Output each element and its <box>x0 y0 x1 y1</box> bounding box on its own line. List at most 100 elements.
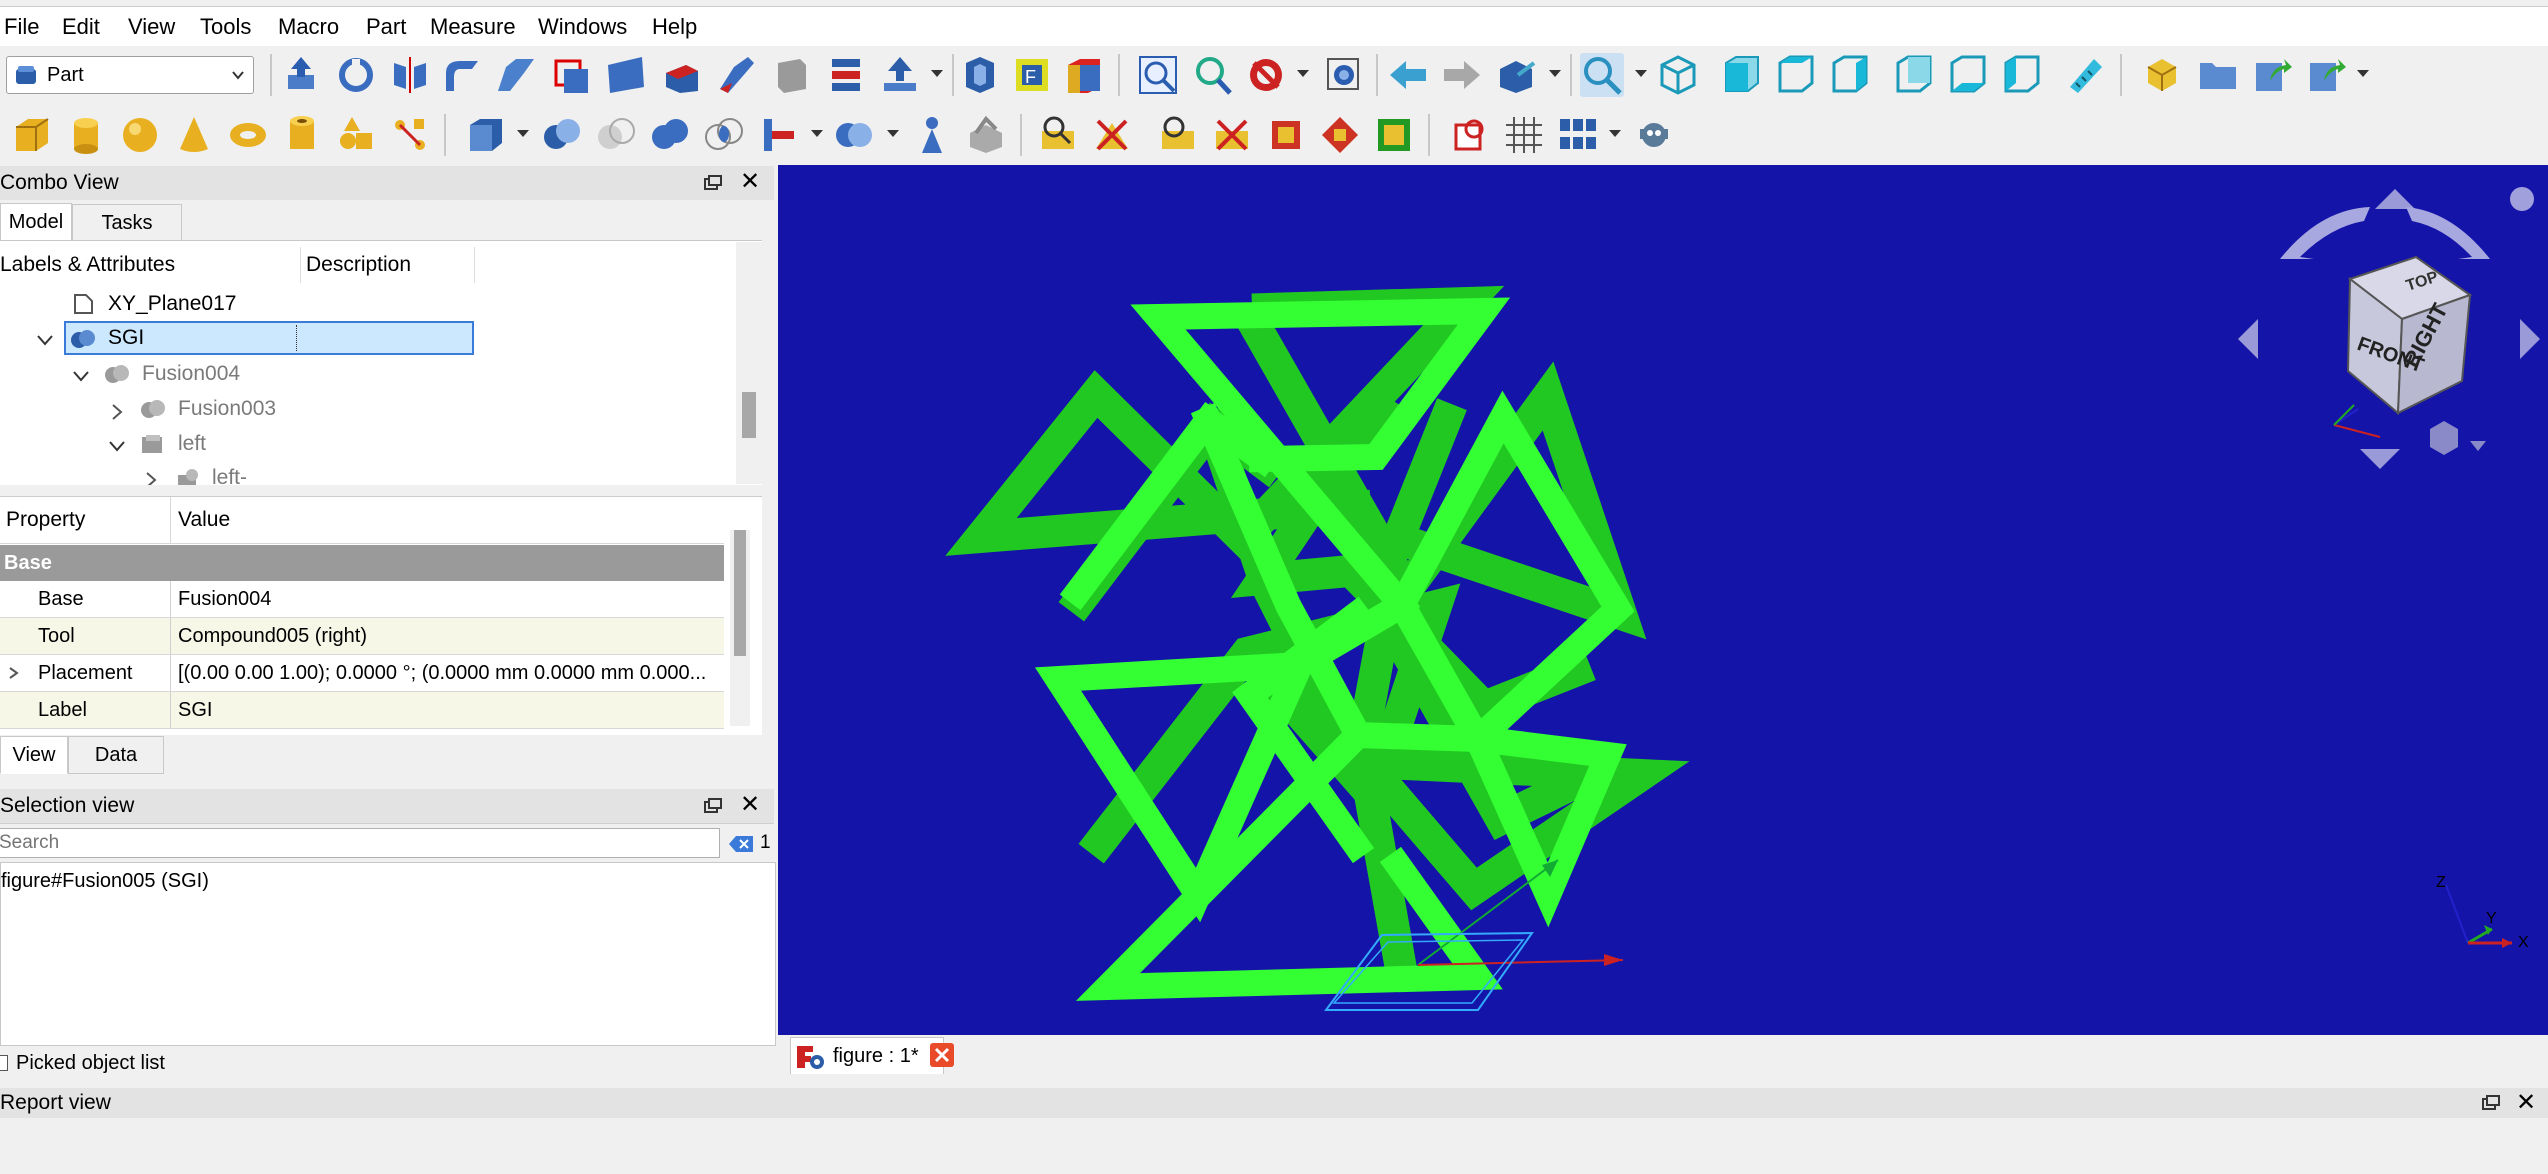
chevron-down-icon[interactable] <box>2356 66 2370 80</box>
navcube-small-cube-icon[interactable] <box>2430 421 2458 455</box>
property-row[interactable]: Tool Compound005 (right) <box>0 618 724 655</box>
chevron-down-icon[interactable] <box>930 66 944 80</box>
ruled-surface-icon[interactable] <box>604 53 648 97</box>
workbench-selector[interactable]: Part <box>6 56 254 94</box>
close-tab-icon[interactable] <box>930 1043 954 1067</box>
search-input[interactable] <box>0 828 720 858</box>
left-view-icon[interactable] <box>2000 53 2044 97</box>
common-icon[interactable] <box>702 113 746 157</box>
grid-icon[interactable] <box>1502 113 1546 157</box>
tab-view[interactable]: View <box>0 736 68 774</box>
cross-sections-icon[interactable] <box>824 53 868 97</box>
menu-macro[interactable]: Macro <box>278 7 339 47</box>
menu-part[interactable]: Part <box>366 7 406 47</box>
arrow-left-icon[interactable] <box>1386 53 1430 97</box>
scrollbar-thumb[interactable] <box>742 392 756 438</box>
chevron-down-icon[interactable] <box>1634 66 1648 80</box>
fit-all-icon[interactable] <box>1136 53 1180 97</box>
offset-icon[interactable] <box>878 53 922 97</box>
navcube-rotate-left-icon[interactable] <box>2280 207 2370 259</box>
chevron-down-icon[interactable] <box>1548 66 1562 80</box>
sweep-icon[interactable] <box>714 53 758 97</box>
property-scrollbar[interactable] <box>730 530 750 726</box>
property-row[interactable]: Placement [(0.00 0.00 1.00); 0.0000 °; (… <box>0 655 724 692</box>
make-face-icon[interactable] <box>550 53 594 97</box>
chevron-right-icon[interactable] <box>144 471 158 485</box>
chamfer-icon[interactable] <box>494 53 538 97</box>
close-icon[interactable]: ✕ <box>740 793 760 817</box>
tree-scrollbar[interactable] <box>736 242 762 484</box>
close-icon[interactable]: ✕ <box>740 170 760 194</box>
property-group-base[interactable]: Base <box>0 545 724 581</box>
attachment-editor-icon[interactable] <box>1448 113 1492 157</box>
primitives-icon[interactable] <box>334 113 378 157</box>
cone-icon[interactable] <box>172 113 216 157</box>
sphere-icon[interactable] <box>118 113 162 157</box>
property-row[interactable]: Base Fusion004 <box>0 581 724 618</box>
menu-windows[interactable]: Windows <box>538 7 627 47</box>
front-view-icon[interactable] <box>1720 53 1764 97</box>
isometric-view-icon[interactable] <box>1656 53 1700 97</box>
robot-icon[interactable] <box>1632 113 1676 157</box>
float-icon[interactable] <box>2482 1095 2500 1111</box>
thickness-icon[interactable] <box>958 53 1002 97</box>
bounding-box-icon[interactable] <box>1322 53 1366 97</box>
tree-item-selected[interactable]: SGI <box>64 321 474 355</box>
tube-icon[interactable] <box>280 113 324 157</box>
chevron-right-icon[interactable] <box>110 403 124 421</box>
shape-builder-icon[interactable] <box>388 113 432 157</box>
fillet-icon[interactable] <box>440 53 484 97</box>
3d-viewport[interactable]: TOP FRONT RIGHT Z Y X <box>778 165 2548 1035</box>
float-icon[interactable] <box>704 175 722 191</box>
menu-edit[interactable]: Edit <box>62 7 100 47</box>
extrude-icon[interactable] <box>280 53 324 97</box>
menu-tools[interactable]: Tools <box>200 7 251 47</box>
chevron-down-icon[interactable] <box>2470 441 2486 451</box>
document-tab[interactable]: figure : 1* <box>790 1037 944 1074</box>
tab-data[interactable]: Data <box>68 736 164 774</box>
zoom-icon[interactable] <box>1580 53 1624 97</box>
loft-icon[interactable] <box>660 53 704 97</box>
tab-tasks[interactable]: Tasks <box>72 204 182 242</box>
boolean-icon[interactable] <box>540 113 584 157</box>
box-icon[interactable] <box>10 113 54 157</box>
join-features-icon[interactable] <box>756 113 800 157</box>
fit-selection-icon[interactable] <box>1190 53 1234 97</box>
measure-clear-icon[interactable] <box>1210 113 1254 157</box>
menu-view[interactable]: View <box>128 7 175 47</box>
navigation-cube[interactable]: TOP FRONT RIGHT <box>2230 169 2546 499</box>
navcube-rotate-up-icon[interactable] <box>2375 189 2415 209</box>
fuse-icon[interactable] <box>648 113 692 157</box>
view-arrange-icon[interactable] <box>1556 113 1600 157</box>
menu-file[interactable]: File <box>4 7 39 47</box>
measure-icon[interactable] <box>2064 53 2108 97</box>
close-icon[interactable]: ✕ <box>2516 1091 2536 1115</box>
measure-toggle-all-icon[interactable] <box>1264 113 1308 157</box>
navcube-box[interactable]: TOP FRONT RIGHT <box>2333 255 2473 438</box>
navcube-menu-icon[interactable] <box>2510 187 2534 211</box>
chevron-right-icon[interactable] <box>8 666 20 680</box>
splitting-icon[interactable] <box>832 113 876 157</box>
mirror-icon[interactable] <box>388 53 432 97</box>
arrow-right-icon[interactable] <box>1440 53 1484 97</box>
float-icon[interactable] <box>704 798 722 814</box>
colored-box-icon[interactable] <box>1062 53 1106 97</box>
measure-angular-icon[interactable] <box>1090 113 1134 157</box>
cylinder-icon[interactable] <box>64 113 108 157</box>
scrollbar-thumb[interactable] <box>734 530 746 656</box>
create-group-icon[interactable] <box>2196 53 2240 97</box>
tab-model[interactable]: Model <box>0 203 72 241</box>
draw-style-icon[interactable] <box>1244 53 1288 97</box>
chevron-down-icon[interactable] <box>516 126 530 140</box>
section-icon[interactable] <box>770 53 814 97</box>
navcube-arrow-right-icon[interactable] <box>2520 319 2540 359</box>
navcube-arrow-down-icon[interactable] <box>2360 449 2400 469</box>
measure-toggle-3d-icon[interactable] <box>1318 113 1362 157</box>
picked-object-checkbox[interactable] <box>0 1055 8 1071</box>
measure-refresh-icon[interactable] <box>1156 113 1200 157</box>
navcube-arrow-left-icon[interactable] <box>2238 319 2258 359</box>
chevron-down-icon[interactable] <box>72 369 90 383</box>
create-part-icon[interactable] <box>2140 53 2184 97</box>
compound-tools-icon[interactable] <box>464 113 508 157</box>
cut-icon[interactable] <box>594 113 638 157</box>
